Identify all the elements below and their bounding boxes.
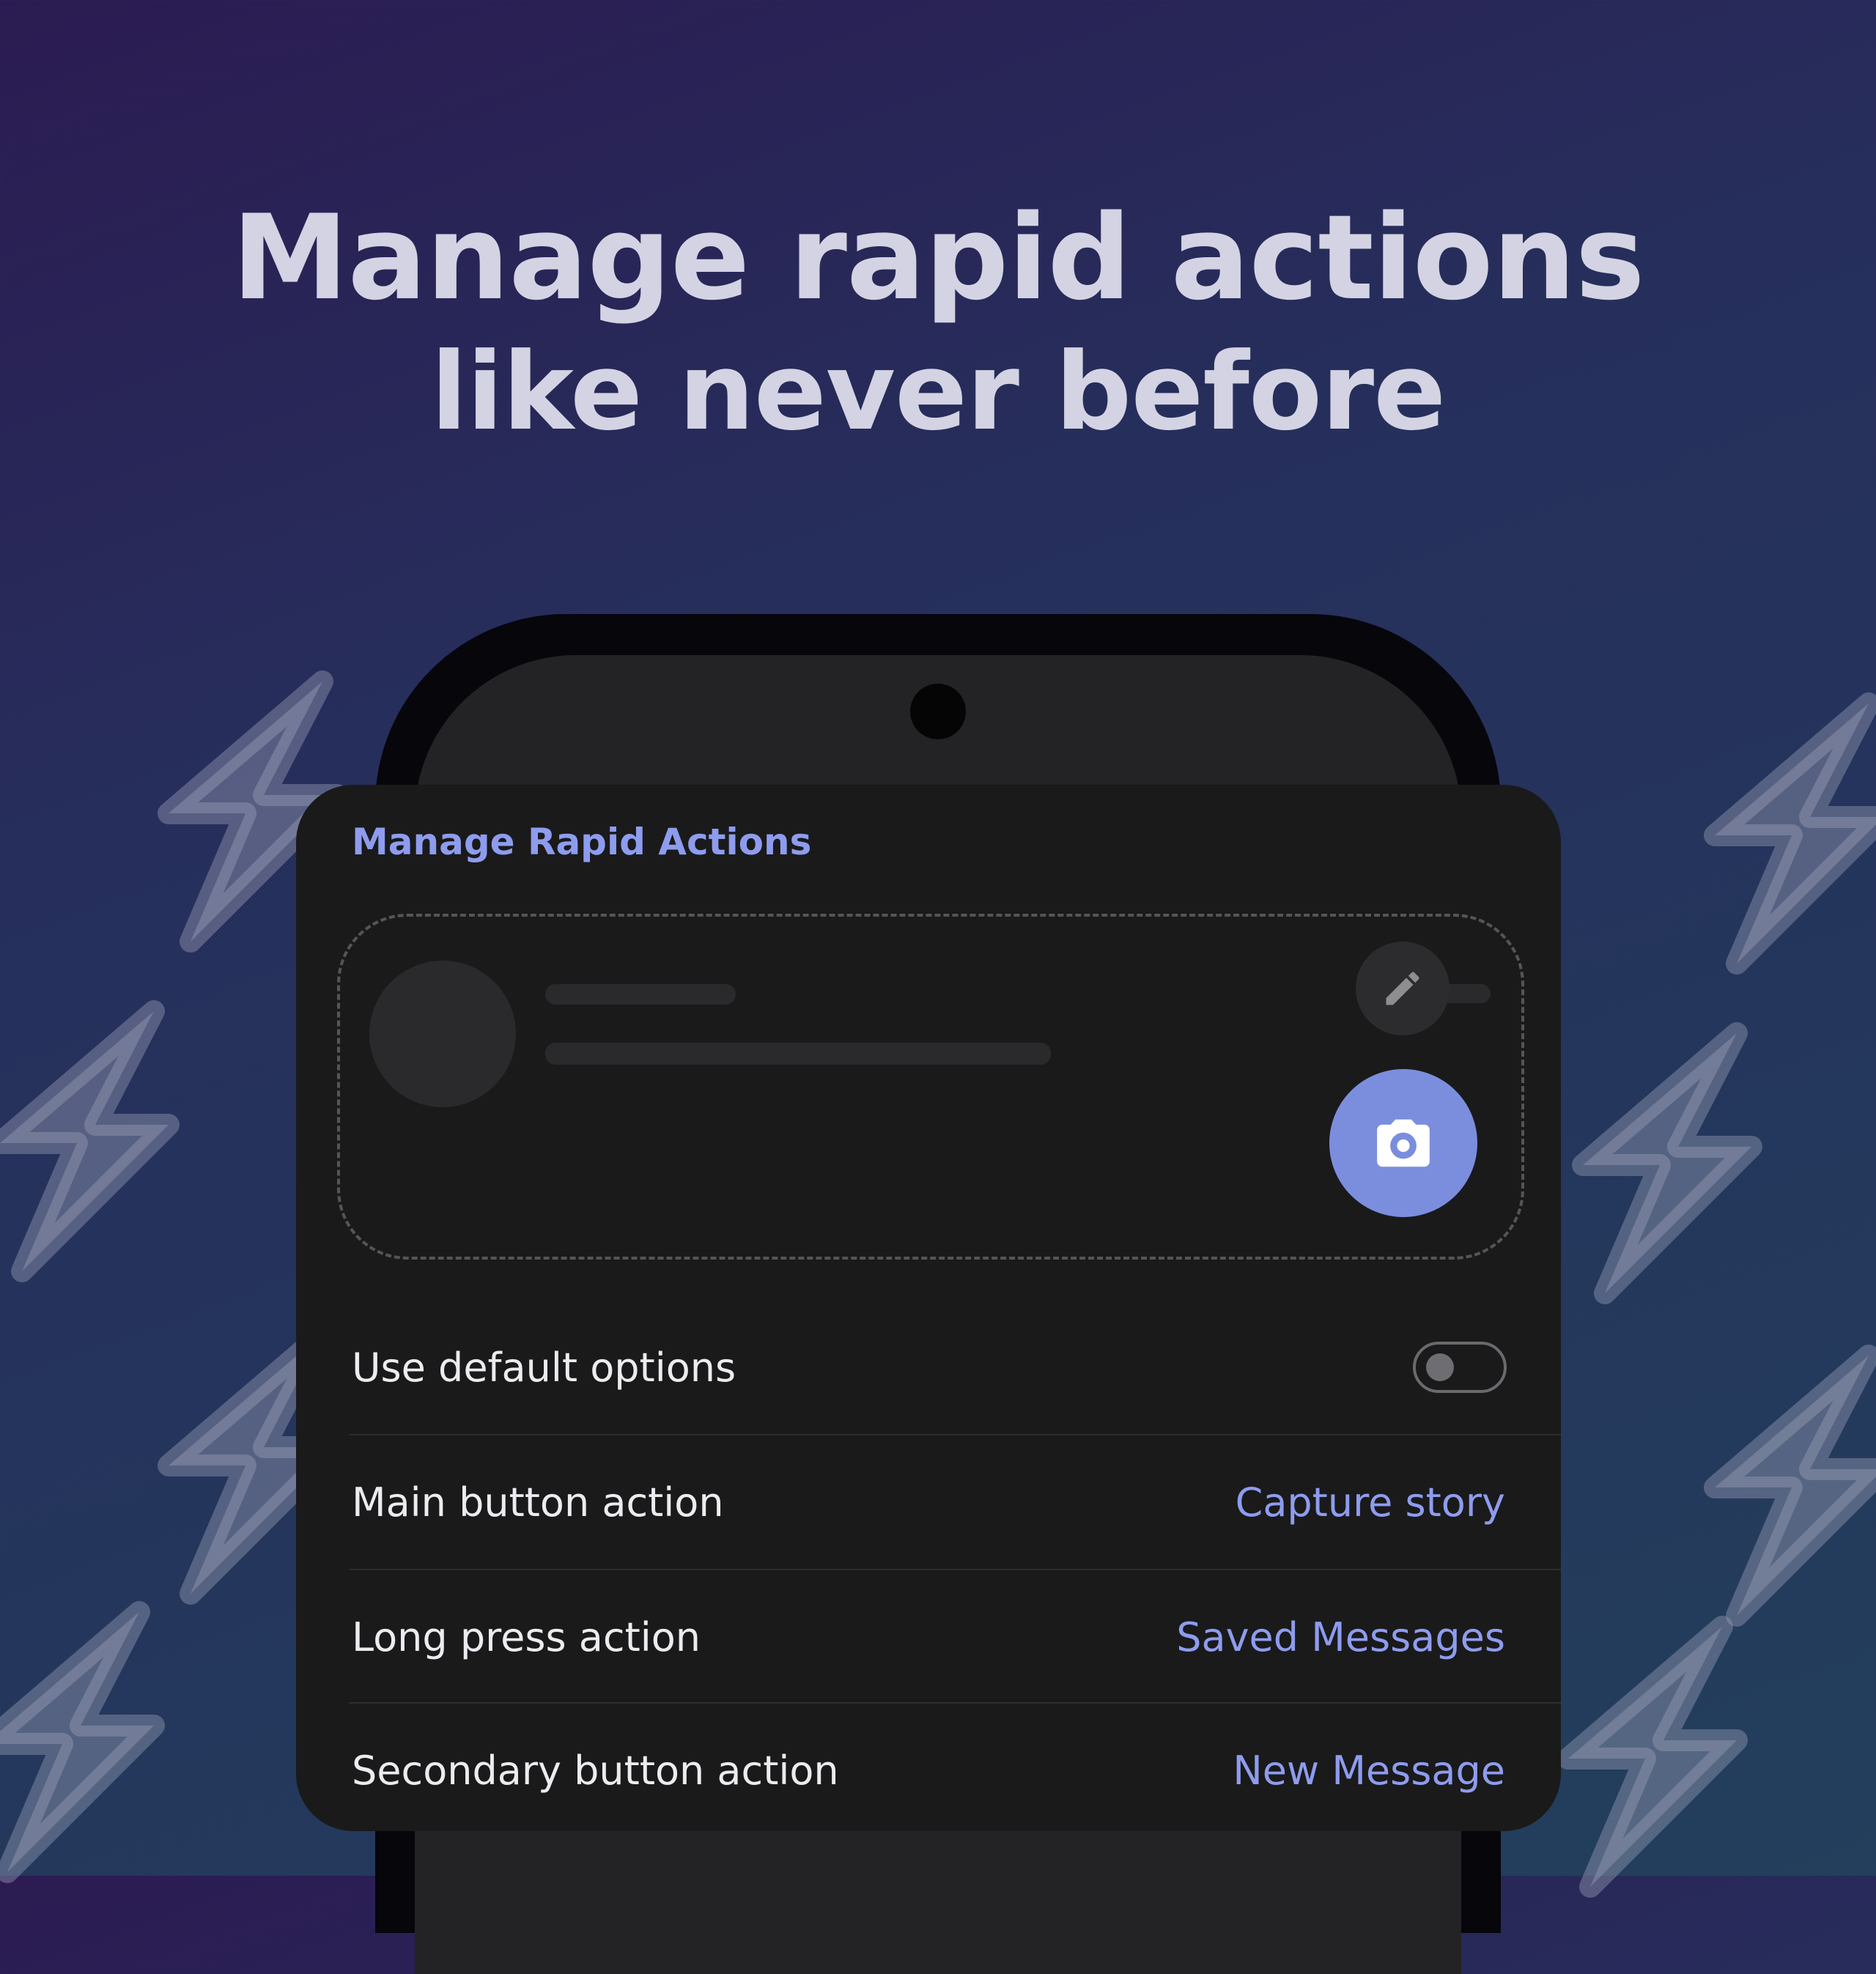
lightning-bolt-icon (0, 1597, 176, 1890)
row-label: Use default options (352, 1344, 736, 1391)
row-label: Long press action (352, 1613, 701, 1660)
lightning-bolt-icon (1685, 689, 1876, 982)
headline-line-1: Manage rapid actions (232, 189, 1645, 326)
long-press-action-row[interactable]: Long press action Saved Messages (352, 1570, 1505, 1704)
lightning-bolt-icon (1554, 1019, 1773, 1312)
camera-fab-button[interactable] (1329, 1069, 1477, 1217)
edit-button[interactable] (1356, 942, 1450, 1035)
lightning-bolt-icon (1539, 1612, 1759, 1905)
use-default-options-row[interactable]: Use default options (352, 1301, 1507, 1434)
headline-line-2: like never before (430, 330, 1446, 454)
secondary-button-action-row[interactable]: Secondary button action New Message (352, 1704, 1505, 1831)
default-options-toggle[interactable] (1413, 1342, 1507, 1393)
main-button-action-row[interactable]: Main button action Capture story (352, 1435, 1505, 1569)
front-camera-hole (910, 684, 966, 739)
manage-rapid-actions-sheet: Manage Rapid Actions Use default options… (296, 785, 1561, 1831)
rapid-action-preview (337, 914, 1524, 1260)
lightning-bolt-icon (0, 997, 191, 1290)
row-value: Saved Messages (1176, 1613, 1505, 1660)
row-label: Secondary button action (352, 1747, 839, 1794)
row-value: New Message (1233, 1747, 1505, 1794)
camera-icon (1377, 1119, 1430, 1167)
row-value: Capture story (1235, 1479, 1505, 1526)
sheet-title: Manage Rapid Actions (352, 821, 812, 863)
toggle-knob (1426, 1353, 1454, 1381)
pencil-icon (1386, 972, 1419, 1005)
avatar-placeholder (369, 961, 516, 1107)
row-label: Main button action (352, 1479, 724, 1526)
lightning-bolt-icon (1685, 1341, 1876, 1634)
skeleton-line (545, 984, 736, 1005)
skeleton-line (545, 1043, 1051, 1065)
